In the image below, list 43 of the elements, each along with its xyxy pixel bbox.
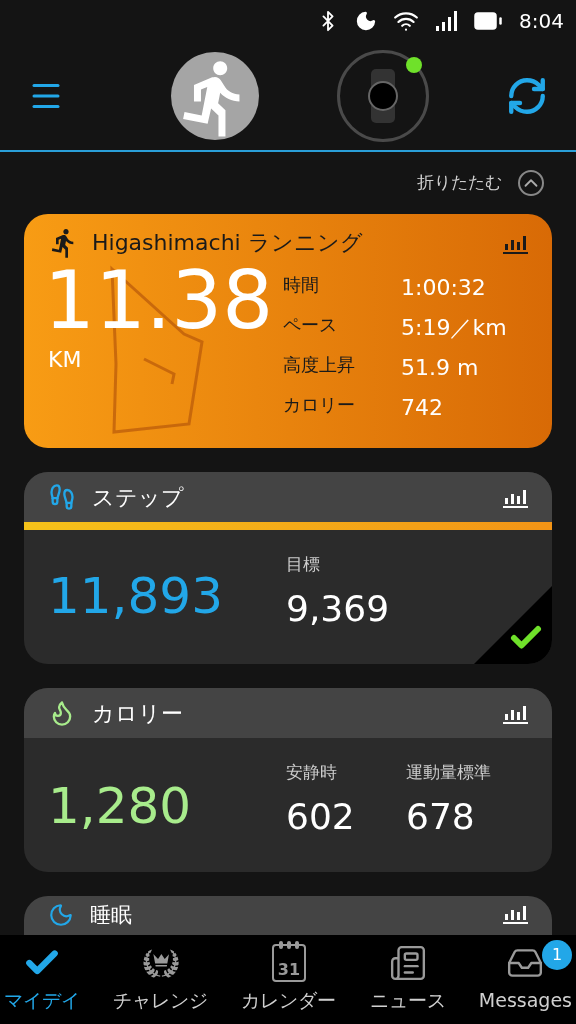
badge: 1 xyxy=(542,940,572,971)
nav-tab[interactable]: ニュース xyxy=(369,944,446,1015)
calories-value: 1,280 xyxy=(48,775,193,837)
steps-card[interactable]: ステップ 11,893 目標 9,369 xyxy=(24,472,552,664)
stat-value: 602 xyxy=(286,794,356,839)
distance-unit: KM xyxy=(48,346,83,374)
stat-label: ペース xyxy=(283,313,338,337)
stat-label: 時間 xyxy=(283,273,320,297)
signal-icon xyxy=(435,10,458,32)
steps-value: 11,893 xyxy=(48,565,224,627)
device-button[interactable] xyxy=(336,50,429,142)
watch-icon xyxy=(366,69,399,123)
clock-time: 8:04 xyxy=(519,8,564,35)
activity-title: Higashimachi ランニング xyxy=(92,229,364,257)
stat-label: 安静時 xyxy=(286,761,338,784)
nav-tab[interactable]: マイデイ xyxy=(4,944,80,1015)
nav-tab[interactable]: 31 カレンダー xyxy=(241,944,337,1015)
goal-value: 9,369 xyxy=(286,586,390,631)
moon-icon xyxy=(355,10,378,32)
calories-card[interactable]: カロリー 1,280 安静時 602 運動量標準 678 xyxy=(24,688,552,872)
stat-value: 678 xyxy=(406,794,476,839)
calendar-icon: 31 xyxy=(271,944,306,983)
stat-label: 高度上昇 xyxy=(283,353,356,377)
activity-card[interactable]: Higashimachi ランニング 11.38 KM 時間 1:00:32 ペース 5:19／km 高度上昇 51.9 m カロリー 742 xyxy=(24,214,552,448)
card-title: カロリー xyxy=(92,699,184,728)
distance-value: 11.38 xyxy=(44,259,275,343)
card-title: 睡眠 xyxy=(90,902,133,928)
collapse-icon[interactable] xyxy=(518,170,544,196)
collapse-label[interactable]: 折りたたむ xyxy=(417,170,502,196)
stat-value: 742 xyxy=(401,394,444,422)
nav-tab[interactable]: チャレンジ xyxy=(113,944,209,1015)
stat-label: カロリー xyxy=(283,393,356,417)
stat-value: 5:19／km xyxy=(401,314,507,342)
goal-label: 目標 xyxy=(286,553,321,576)
sync-icon[interactable] xyxy=(506,75,548,117)
newspaper-icon xyxy=(388,944,427,983)
stat-label: 運動量標準 xyxy=(406,761,492,784)
stat-value: 51.9 m xyxy=(401,354,480,382)
card-title: ステップ xyxy=(92,483,185,512)
stat-value: 1:00:32 xyxy=(401,274,487,302)
sleep-icon xyxy=(48,902,74,928)
footprints-icon xyxy=(48,483,76,511)
sleep-card[interactable]: 睡眠 xyxy=(24,896,552,935)
